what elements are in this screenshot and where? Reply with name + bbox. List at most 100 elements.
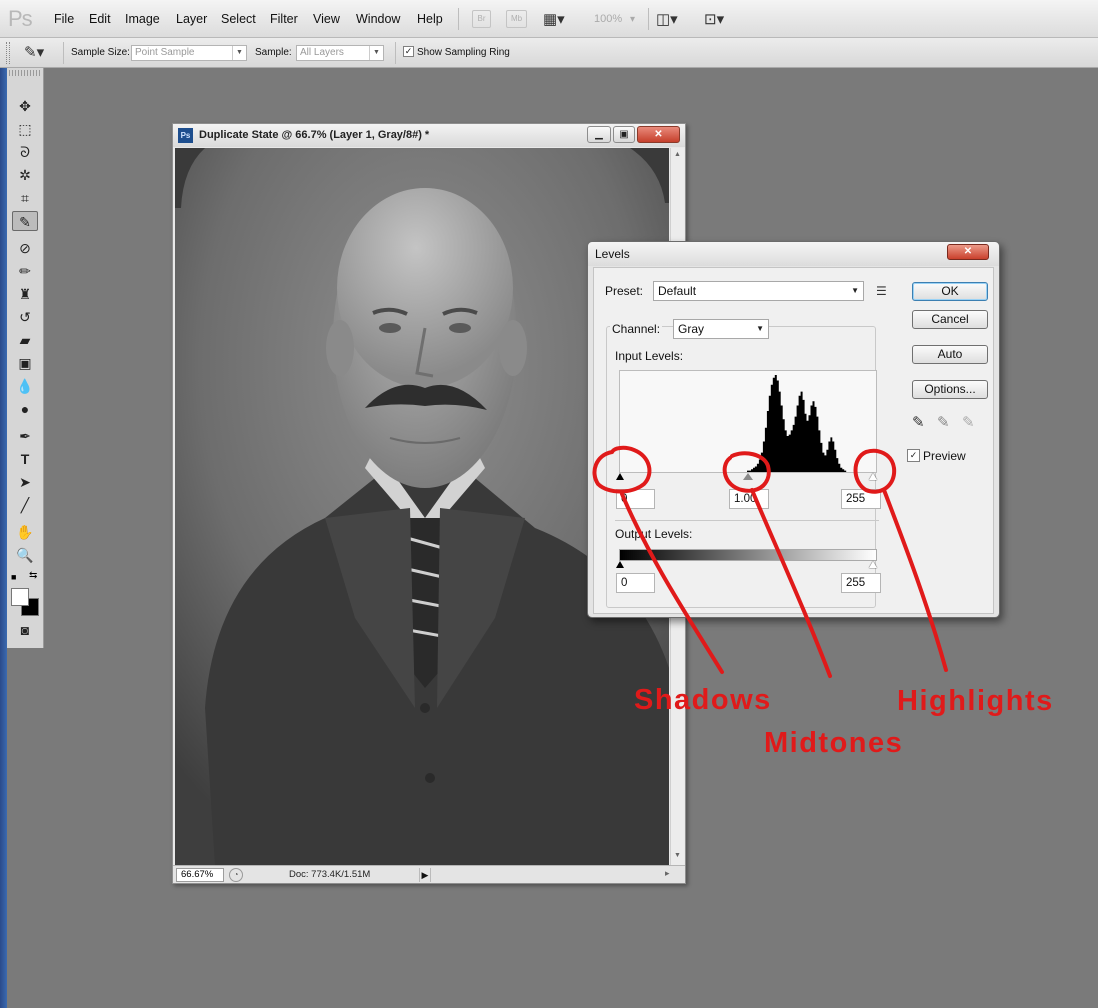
arrange-documents-icon[interactable]: ◫▾ [656, 10, 678, 28]
timer-icon[interactable]: ◔ [229, 868, 243, 882]
levels-dialog: Levels ✕ Preset: Default ▼ ☰ OK Cancel A… [587, 241, 1000, 618]
scroll-down-icon[interactable]: ▼ [674, 852, 681, 859]
eyedropper-tool-icon[interactable]: ✎ [12, 211, 38, 231]
black-point-eyedropper-icon[interactable]: ✎ [912, 413, 925, 431]
cancel-button[interactable]: Cancel [912, 310, 988, 329]
line-tool-icon[interactable]: ╱ [12, 495, 38, 515]
eraser-tool-icon[interactable]: ▰ [12, 330, 38, 350]
gradient-tool-icon[interactable]: ▣ [12, 353, 38, 373]
options-button[interactable]: Options... [912, 380, 988, 399]
auto-button[interactable]: Auto [912, 345, 988, 364]
view-extras-icon[interactable]: ▦▾ [543, 10, 565, 28]
status-menu-arrow-icon[interactable]: ▶ [419, 868, 431, 882]
shadows-annotation-label: Shadows [634, 684, 772, 716]
levels-close-button[interactable]: ✕ [947, 244, 989, 260]
input-gamma-slider[interactable] [743, 473, 753, 480]
marquee-tool-icon[interactable]: ⬚ [12, 119, 38, 139]
eyedropper-preset-icon[interactable]: ✎▾ [24, 43, 44, 61]
bridge-button[interactable]: Br [472, 10, 491, 28]
menu-separator [648, 8, 649, 30]
preset-options-icon[interactable]: ☰ [876, 284, 887, 298]
options-separator [63, 42, 64, 64]
dodge-tool-icon[interactable]: ● [12, 399, 38, 419]
lasso-tool-icon[interactable]: ᘐ [12, 142, 38, 162]
sample-size-value: Point Sample [135, 47, 195, 58]
desktop-edge [0, 68, 7, 1008]
midtones-annotation-label: Midtones [764, 727, 904, 759]
blur-tool-icon[interactable]: 💧 [12, 376, 38, 396]
sample-value: All Layers [300, 47, 344, 58]
type-tool-icon[interactable]: T [12, 449, 38, 469]
input-black-field[interactable]: 0 [616, 489, 655, 509]
clone-stamp-tool-icon[interactable]: ♜ [12, 284, 38, 304]
levels-separator [615, 520, 879, 521]
minibridge-button[interactable]: Mb [506, 10, 527, 28]
highlights-annotation-label: Highlights [897, 685, 1054, 717]
sample-size-select[interactable]: Point Sample ▼ [131, 45, 247, 61]
foreground-color-swatch[interactable] [11, 588, 29, 606]
white-point-eyedropper-icon[interactable]: ✎ [962, 413, 975, 431]
sample-select[interactable]: All Layers ▼ [296, 45, 384, 61]
menu-help[interactable]: Help [417, 12, 443, 26]
show-sampling-ring-label: Show Sampling Ring [417, 47, 510, 58]
quick-select-tool-icon[interactable]: ✲ [12, 165, 38, 185]
tools-panel: ✥ ⬚ ᘐ ✲ ⌗ ✎ ⊘ ✏ ♜ ↺ ▰ ▣ 💧 ● ✒ T ➤ ╱ ✋ 🔍 … [7, 68, 44, 648]
channel-dropdown[interactable]: Gray ▼ [673, 319, 769, 339]
output-white-slider[interactable] [869, 561, 877, 568]
ps-document-icon: Ps [178, 128, 193, 143]
output-black-field[interactable]: 0 [616, 573, 655, 593]
menu-select[interactable]: Select [221, 12, 256, 26]
input-white-slider[interactable] [869, 473, 877, 480]
menu-edit[interactable]: Edit [89, 12, 111, 26]
minimize-button[interactable]: ▁ [587, 126, 611, 143]
options-separator [395, 42, 396, 64]
quick-mask-icon[interactable]: ◙ [12, 620, 38, 640]
menu-bar: Ps File Edit Image Layer Select Filter V… [0, 0, 1098, 38]
input-gamma-field[interactable]: 1.00 [729, 489, 769, 509]
maximize-button[interactable]: ▣ [613, 126, 635, 143]
sample-label: Sample: [255, 47, 292, 58]
menu-filter[interactable]: Filter [270, 12, 298, 26]
healing-brush-tool-icon[interactable]: ⊘ [12, 238, 38, 258]
move-tool-icon[interactable]: ✥ [12, 96, 38, 116]
output-black-slider[interactable] [616, 561, 624, 568]
document-title-bar[interactable]: Ps Duplicate State @ 66.7% (Layer 1, Gra… [173, 124, 685, 147]
input-black-slider[interactable] [616, 473, 624, 480]
zoom-field[interactable]: 66.67% [176, 868, 224, 882]
menu-file[interactable]: File [54, 12, 74, 26]
zoom-level-dropdown[interactable]: 100% [594, 13, 622, 25]
input-white-field[interactable]: 255 [841, 489, 881, 509]
default-colors-icon[interactable]: ■ [11, 572, 16, 582]
document-title: Duplicate State @ 66.7% (Layer 1, Gray/8… [199, 129, 430, 141]
pen-tool-icon[interactable]: ✒ [12, 426, 38, 446]
ok-button[interactable]: OK [912, 282, 988, 301]
zoom-tool-icon[interactable]: 🔍 [12, 545, 38, 565]
document-status-bar: 66.67% ◔ Doc: 773.4K/1.51M ▶ ▸ [173, 865, 685, 883]
output-white-field[interactable]: 255 [841, 573, 881, 593]
options-bar: ✎▾ Sample Size: Point Sample ▼ Sample: A… [0, 38, 1098, 68]
levels-title-bar[interactable]: Levels ✕ [588, 242, 999, 266]
path-select-tool-icon[interactable]: ➤ [12, 472, 38, 492]
tools-panel-grip[interactable] [9, 70, 42, 76]
scroll-right-icon[interactable]: ▸ [665, 868, 670, 879]
gray-point-eyedropper-icon[interactable]: ✎ [937, 413, 950, 431]
output-levels-label: Output Levels: [615, 527, 693, 541]
zoom-dropdown-arrow-icon[interactable]: ▾ [630, 14, 635, 25]
crop-tool-icon[interactable]: ⌗ [12, 188, 38, 208]
menu-window[interactable]: Window [356, 12, 400, 26]
swap-colors-icon[interactable]: ⇆ [29, 570, 37, 581]
menu-view[interactable]: View [313, 12, 340, 26]
preview-label: Preview [923, 449, 966, 463]
screen-mode-icon[interactable]: ⊡▾ [704, 10, 724, 28]
channel-label: Channel: [610, 322, 663, 336]
close-button[interactable]: ✕ [637, 126, 680, 143]
show-sampling-ring-checkbox[interactable]: ✓ [403, 46, 414, 57]
history-brush-tool-icon[interactable]: ↺ [12, 307, 38, 327]
hand-tool-icon[interactable]: ✋ [12, 522, 38, 542]
preview-checkbox[interactable]: ✓ [907, 449, 920, 462]
preset-dropdown[interactable]: Default ▼ [653, 281, 864, 301]
brush-tool-icon[interactable]: ✏ [12, 261, 38, 281]
scroll-up-icon[interactable]: ▲ [674, 151, 681, 158]
menu-image[interactable]: Image [125, 12, 160, 26]
menu-layer[interactable]: Layer [176, 12, 207, 26]
